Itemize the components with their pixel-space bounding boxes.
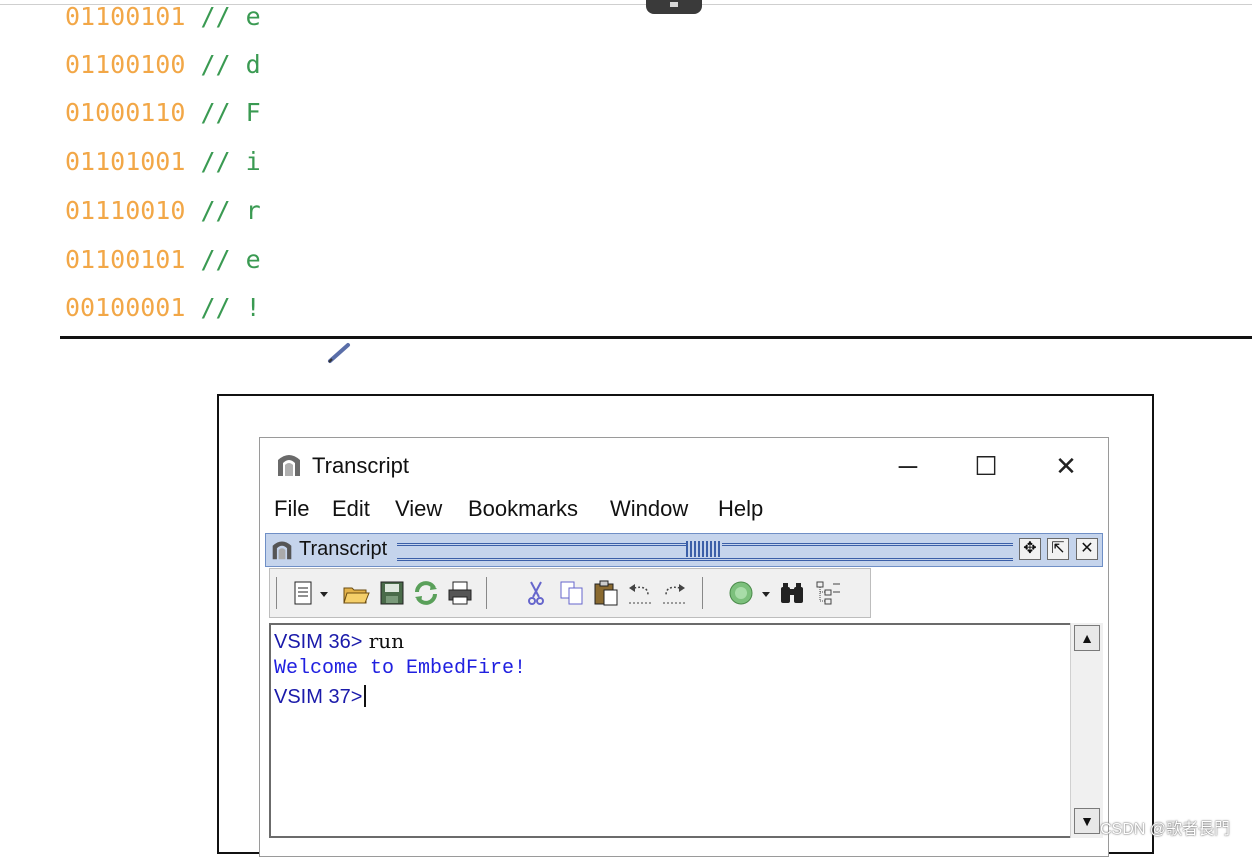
code-line: 01100101 // e	[65, 2, 261, 32]
top-handle-tab[interactable]	[646, 0, 702, 14]
panel-close-button[interactable]: ✕	[1076, 538, 1098, 560]
code-comment: // r	[200, 196, 261, 225]
panel-grip-center	[686, 541, 722, 557]
code-line: 01000110 // F	[65, 98, 261, 128]
menu-bar: File Edit View Bookmarks Window Help	[260, 496, 1108, 526]
code-comment: // !	[200, 293, 261, 322]
transcript-panel-header[interactable]: Transcript ✥ ⇱ ✕	[265, 533, 1103, 567]
console-output: Welcome to EmbedFire!	[274, 657, 527, 680]
vertical-scrollbar[interactable]: ▲ ▼	[1070, 623, 1103, 838]
close-button[interactable]: ✕	[1036, 446, 1096, 486]
copy-icon[interactable]	[558, 579, 586, 607]
code-bits: 01100100	[65, 50, 186, 79]
save-icon[interactable]	[378, 579, 406, 607]
code-bits: 01000110	[65, 98, 186, 127]
toolbar-separator	[702, 577, 703, 609]
code-comment: // e	[200, 2, 261, 31]
menu-help[interactable]: Help	[718, 496, 763, 522]
toolbar-separator	[276, 577, 277, 609]
panel-float-button[interactable]: ⇱	[1047, 538, 1069, 560]
console-line: VSIM 37>	[274, 685, 367, 709]
cut-icon[interactable]	[522, 579, 550, 607]
code-comment: // d	[200, 50, 261, 79]
dropdown-arrow-icon[interactable]	[318, 579, 330, 607]
console-line: VSIM 36> run	[274, 629, 404, 654]
menu-window[interactable]: Window	[610, 496, 688, 522]
transcript-console[interactable]: VSIM 36> run Welcome to EmbedFire! VSIM …	[269, 623, 1103, 838]
toolbar-separator	[486, 577, 487, 609]
binoculars-icon[interactable]	[778, 579, 806, 607]
scroll-up-button[interactable]: ▲	[1074, 625, 1100, 651]
panel-undock-button[interactable]: ✥	[1019, 538, 1041, 560]
print-icon[interactable]	[446, 579, 474, 607]
menu-file[interactable]: File	[274, 496, 309, 522]
code-line: 01100101 // e	[65, 245, 261, 275]
text-cursor	[364, 685, 367, 707]
window-titlebar[interactable]: Transcript ─ ☐ ✕	[260, 438, 1108, 492]
tree-icon[interactable]	[814, 579, 842, 607]
code-comment: // e	[200, 245, 261, 274]
panel-title: Transcript	[299, 538, 388, 560]
console-command: run	[362, 629, 405, 653]
find-next-icon[interactable]	[728, 579, 756, 607]
window-title: Transcript	[312, 453, 409, 478]
console-prompt: VSIM 36>	[274, 631, 363, 653]
new-file-icon[interactable]	[290, 579, 318, 607]
minimize-button[interactable]: ─	[878, 446, 938, 486]
code-bits: 01110010	[65, 196, 186, 225]
horizontal-rule	[60, 336, 1252, 339]
refresh-icon[interactable]	[412, 579, 440, 607]
code-comment: // i	[200, 147, 261, 176]
dropdown-arrow-icon[interactable]	[760, 579, 772, 607]
code-bits: 00100001	[65, 293, 186, 322]
console-prompt: VSIM 37>	[274, 686, 363, 708]
scroll-down-button[interactable]: ▼	[1074, 808, 1100, 834]
code-bits: 01101001	[65, 147, 186, 176]
toolbar	[269, 568, 871, 618]
code-line: 01101001 // i	[65, 147, 261, 177]
menu-view[interactable]: View	[395, 496, 442, 522]
paste-icon[interactable]	[592, 579, 620, 607]
watermark: CSDN @歌者長門	[1100, 821, 1231, 838]
code-comment: // F	[200, 98, 261, 127]
undo-icon[interactable]	[626, 579, 654, 607]
code-bits: 01100101	[65, 2, 186, 31]
pencil-cursor-icon	[328, 343, 350, 363]
code-line: 00100001 // !	[65, 293, 261, 323]
panel-app-icon	[272, 541, 292, 560]
open-folder-icon[interactable]	[342, 579, 370, 607]
modelsim-app-icon	[278, 455, 300, 476]
code-bits: 01100101	[65, 245, 186, 274]
maximize-button[interactable]: ☐	[956, 446, 1016, 486]
code-line: 01100100 // d	[65, 50, 261, 80]
transcript-window: Transcript ─ ☐ ✕ File Edit View Bookmark…	[259, 437, 1109, 857]
code-line: 01110010 // r	[65, 196, 261, 226]
menu-edit[interactable]: Edit	[332, 496, 370, 522]
redo-icon[interactable]	[660, 579, 688, 607]
menu-bookmarks[interactable]: Bookmarks	[468, 496, 578, 522]
